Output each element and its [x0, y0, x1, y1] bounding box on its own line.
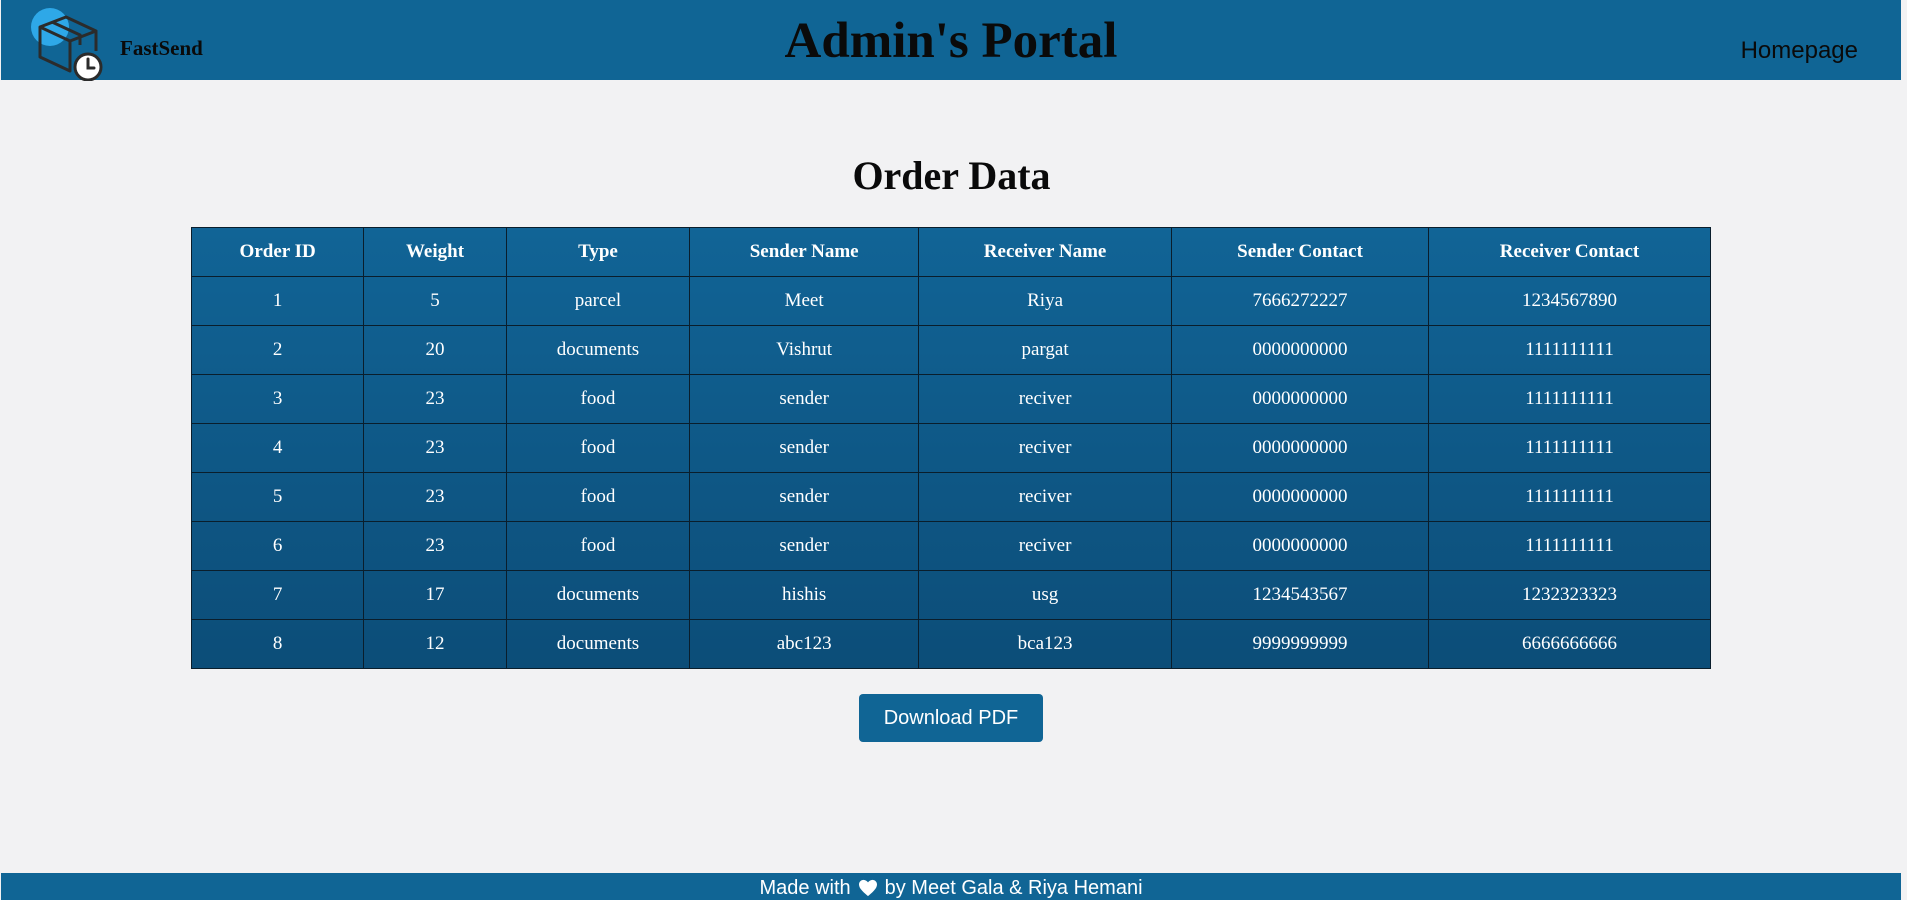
table-cell: 2 [190, 325, 365, 375]
column-header: Order ID [190, 227, 365, 277]
table-cell: 8 [190, 619, 365, 669]
table-cell: documents [505, 570, 691, 620]
table-cell: Meet [689, 276, 920, 326]
table-row: 6 23 food sender reciver 0000000000 1111… [190, 521, 1711, 571]
download-pdf-button[interactable]: Download PDF [859, 694, 1043, 742]
table-cell: food [505, 521, 691, 571]
table-cell: 23 [363, 374, 507, 424]
table-row: 3 23 food sender reciver 0000000000 1111… [190, 374, 1711, 424]
column-header: Sender Contact [1171, 227, 1430, 277]
footer-credit: by Meet Gala & Riya Hemani [884, 877, 1143, 899]
table-cell: sender [689, 472, 920, 522]
table-row: 7 17 documents hishis usg 1234543567 123… [190, 570, 1711, 620]
table-cell: 1111111111 [1428, 374, 1711, 424]
table-cell: 23 [363, 521, 507, 571]
table-cell: 1111111111 [1428, 521, 1711, 571]
table-cell: hishis [689, 570, 920, 620]
table-cell: food [505, 374, 691, 424]
footer: Made with by Meet Gala & Riya Hemani [1, 873, 1901, 900]
table-cell: food [505, 423, 691, 473]
table-header-row: Order ID Weight Type Sender Name Receive… [190, 227, 1711, 277]
table-cell: 3 [190, 374, 365, 424]
table-cell: sender [689, 374, 920, 424]
column-header: Weight [363, 227, 507, 277]
table-cell: 0000000000 [1171, 374, 1430, 424]
column-header: Receiver Contact [1428, 227, 1711, 277]
table-cell: reciver [918, 374, 1173, 424]
table-cell: 6 [190, 521, 365, 571]
table-cell: 1232323323 [1428, 570, 1711, 620]
table-cell: 7666272227 [1171, 276, 1430, 326]
table-cell: 23 [363, 472, 507, 522]
table-cell: 5 [190, 472, 365, 522]
top-header: FastSend Admin's Portal Homepage [1, 0, 1901, 81]
table-cell: documents [505, 325, 691, 375]
table-cell: 1 [190, 276, 365, 326]
table-cell: sender [689, 521, 920, 571]
table-cell: 0000000000 [1171, 472, 1430, 522]
column-header: Type [505, 227, 691, 277]
table-cell: sender [689, 423, 920, 473]
page-title: Order Data [852, 153, 1051, 198]
table-cell: 12 [363, 619, 507, 669]
heart-icon [858, 879, 877, 897]
table-cell: 1234567890 [1428, 276, 1711, 326]
table-cell: 0000000000 [1171, 521, 1430, 571]
table-cell: 1234543567 [1171, 570, 1430, 620]
table-cell: 1111111111 [1428, 325, 1711, 375]
table-row: 1 5 parcel Meet Riya 7666272227 12345678… [190, 276, 1711, 326]
table-cell: Vishrut [689, 325, 920, 375]
table-cell: abc123 [689, 619, 920, 669]
column-header: Sender Name [689, 227, 920, 277]
table-cell: Riya [918, 276, 1173, 326]
table-cell: usg [918, 570, 1173, 620]
table-cell: 6666666666 [1428, 619, 1711, 669]
table-cell: reciver [918, 472, 1173, 522]
table-cell: 4 [190, 423, 365, 473]
column-header: Receiver Name [918, 227, 1173, 277]
table-cell: 7 [190, 570, 365, 620]
table-cell: food [505, 472, 691, 522]
table-cell: 23 [363, 423, 507, 473]
table-cell: 1111111111 [1428, 423, 1711, 473]
table-cell: pargat [918, 325, 1173, 375]
orders-table: Order ID Weight Type Sender Name Receive… [190, 227, 1711, 669]
table-cell: 9999999999 [1171, 619, 1430, 669]
table-cell: 0000000000 [1171, 423, 1430, 473]
table-cell: 20 [363, 325, 507, 375]
table-cell: parcel [505, 276, 691, 326]
table-row: 8 12 documents abc123 bca123 9999999999 … [190, 619, 1711, 669]
table-cell: documents [505, 619, 691, 669]
table-cell: 0000000000 [1171, 325, 1430, 375]
table-cell: reciver [918, 423, 1173, 473]
table-cell: bca123 [918, 619, 1173, 669]
table-cell: 1111111111 [1428, 472, 1711, 522]
homepage-link[interactable]: Homepage [1741, 37, 1858, 65]
table-row: 5 23 food sender reciver 0000000000 1111… [190, 472, 1711, 522]
table-row: 2 20 documents Vishrut pargat 0000000000… [190, 325, 1711, 375]
table-cell: 5 [363, 276, 507, 326]
table-cell: reciver [918, 521, 1173, 571]
footer-prefix: Made with [759, 877, 851, 899]
table-row: 4 23 food sender reciver 0000000000 1111… [190, 423, 1711, 473]
portal-title: Admin's Portal [784, 13, 1118, 69]
table-cell: 17 [363, 570, 507, 620]
